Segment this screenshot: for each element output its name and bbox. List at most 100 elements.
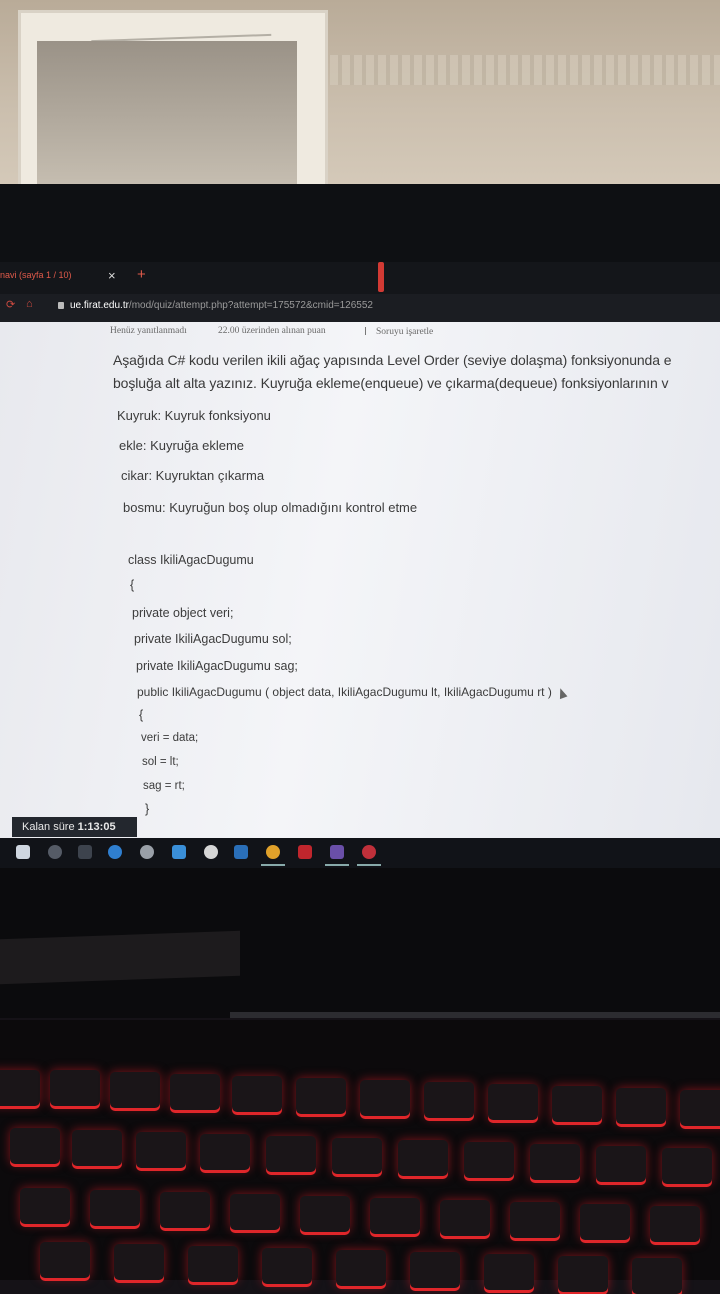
steam-icon[interactable] [204,845,218,859]
app-icon[interactable] [172,845,186,859]
chrome-icon[interactable] [266,845,280,859]
backlit-keyboard [0,1020,720,1294]
task-view-icon[interactable] [78,845,92,859]
keyboard-key [20,1188,70,1224]
keyboard-key [266,1136,316,1172]
close-tab-icon[interactable]: × [108,268,116,283]
keyboard-key [110,1072,160,1108]
keyboard-key [596,1146,646,1182]
keyboard-key [530,1144,580,1180]
wall-whiteboard [18,10,328,195]
keyboard-key [424,1082,474,1118]
keyboard-key [616,1088,666,1124]
new-tab-button[interactable]: + [137,266,146,283]
question-points: 22.00 üzerinden alınan puan [218,326,326,336]
keyboard-key [40,1242,90,1278]
netflix-icon[interactable] [298,845,312,859]
keyboard-key [90,1190,140,1226]
keyboard-key [484,1254,534,1290]
question-status: Henüz yanıtlanmadı [110,326,187,336]
time-remaining: Kalan süre 1:13:05 [12,817,137,837]
recording-indicator [378,262,384,292]
url-path: /mod/quiz/attempt.php?attempt=175572&cmi… [128,300,373,311]
keyboard-key [464,1142,514,1178]
active-app-indicator [261,864,285,866]
keyboard-key [360,1080,410,1116]
keyboard-key [170,1074,220,1110]
code-line: veri = data; [141,732,199,744]
keyboard-key [136,1132,186,1168]
code-line: sol = lt; [142,756,179,768]
keyboard-key [510,1202,560,1238]
windows-start-icon[interactable] [16,845,30,859]
keyboard-key [662,1148,712,1184]
url-host: ue.firat.edu.tr [70,300,129,311]
quiz-page: Henüz yanıtlanmadı 22.00 üzerinden alına… [0,322,720,842]
timer-value: 1:13:05 [77,821,116,833]
keyboard-key [650,1206,700,1242]
code-line: class IkiliAgacDugumu [128,553,254,567]
keyboard-key [188,1246,238,1282]
lock-icon [58,302,64,309]
mail-icon[interactable] [234,845,248,859]
code-line: private IkiliAgacDugumu sol; [134,632,292,646]
question-text-line-1: Aşağıda C# kodu verilen ikili ağaç yapıs… [113,352,672,368]
code-line: { [139,708,144,722]
definition-kuyruk: Kuyruk: Kuyruk fonksiyonu [117,408,271,423]
keyboard-key [398,1140,448,1176]
keyboard-key [632,1258,682,1294]
keyboard-key [72,1130,122,1166]
whiteboard-scribble [90,15,272,43]
keyboard-key [50,1070,100,1106]
laptop-hinge [230,1012,720,1018]
code-line: } [145,802,150,816]
keyboard-key [114,1244,164,1280]
keyboard-key [440,1200,490,1236]
flag-icon [365,327,373,335]
timer-label: Kalan süre [22,821,75,833]
code-line: private IkiliAgacDugumu sag; [136,659,298,673]
home-icon[interactable]: ⌂ [26,298,33,310]
ceiling-molding [330,55,720,85]
open-app-indicator [357,864,381,866]
definition-cikar: cikar: Kuyruktan çıkarma [121,468,265,483]
whiteboard-window [37,41,297,191]
reload-icon[interactable]: ⟳ [6,298,15,311]
url-field[interactable]: ue.firat.edu.tr/mod/quiz/attempt.php?att… [70,300,373,311]
keyboard-key [580,1204,630,1240]
keyboard-key [558,1256,608,1292]
code-line: private object veri; [132,606,234,620]
keyboard-key [336,1250,386,1286]
keyboard-key [680,1090,720,1126]
keyboard-key [10,1128,60,1164]
keyboard-key [262,1248,312,1284]
monitor-bezel [0,184,720,264]
keyboard-key [230,1194,280,1230]
edge-browser-icon[interactable] [108,845,122,859]
laptop-ledge [0,930,240,985]
game-app-icon[interactable] [362,845,376,859]
keyboard-key [488,1084,538,1120]
keyboard-key [232,1076,282,1112]
keyboard-key [296,1078,346,1114]
keyboard-key [200,1134,250,1170]
search-icon[interactable] [48,845,62,859]
photos-icon[interactable] [330,845,344,859]
media-app-icon[interactable] [140,845,154,859]
code-line: { [130,578,135,592]
definition-bosmu: bosmu: Kuyruğun boş olup olmadığını kont… [123,500,418,515]
keyboard-key [552,1086,602,1122]
keyboard-key [0,1070,40,1106]
keyboard-key [160,1192,210,1228]
keyboard-key [332,1138,382,1174]
question-text-line-2: boşluğa alt alta yazınız. Kuyruğa ekleme… [113,375,669,391]
code-line: sag = rt; [143,780,185,792]
keyboard-key [410,1252,460,1288]
keyboard-key [300,1196,350,1232]
flag-label: Soruyu işaretle [376,327,434,337]
code-line: public IkiliAgacDugumu ( object data, Ik… [137,685,552,699]
open-app-indicator [325,864,349,866]
definition-ekle: ekle: Kuyruğa ekleme [119,438,245,453]
flag-question-link[interactable]: Soruyu işaretle [365,326,433,337]
browser-tab[interactable]: navi (sayfa 1 / 10) [0,270,72,280]
